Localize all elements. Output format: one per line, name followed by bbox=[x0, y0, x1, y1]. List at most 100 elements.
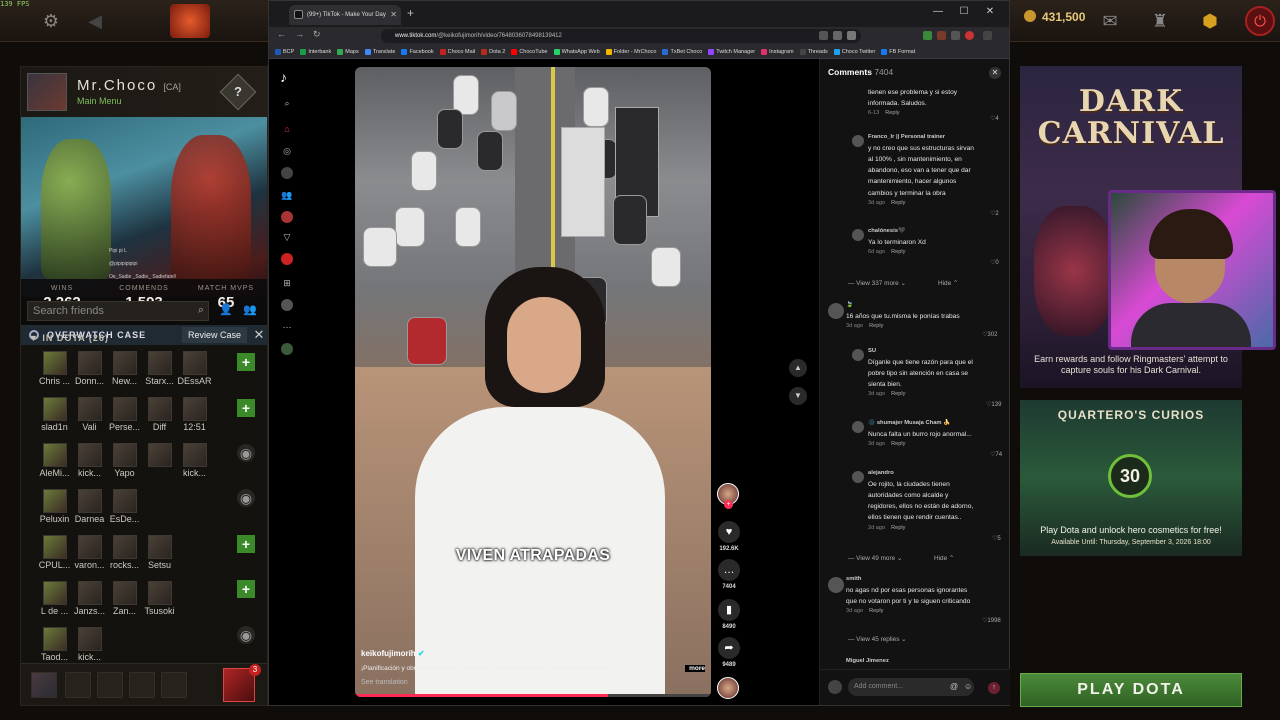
invite-plus-icon[interactable]: + bbox=[237, 353, 255, 371]
back-arrow-icon[interactable]: ◀ bbox=[82, 8, 108, 34]
friend-item[interactable]: Perse... bbox=[107, 395, 142, 441]
friend-item[interactable]: Darnea bbox=[72, 487, 107, 533]
profile-name[interactable]: Mr.Choco [CA] bbox=[77, 77, 181, 94]
url-bar[interactable]: www.tiktok.com/@keikofujimorih/video/764… bbox=[381, 29, 861, 43]
party-slot[interactable] bbox=[161, 672, 187, 698]
friend-item[interactable]: rocks... bbox=[107, 533, 142, 579]
reply-button[interactable]: Reply bbox=[869, 323, 883, 329]
mail-icon[interactable]: ✉ bbox=[1097, 8, 1123, 34]
search-icon[interactable]: ⌕ bbox=[198, 304, 204, 317]
friend-item[interactable]: CPUL... bbox=[37, 533, 72, 579]
bookmark[interactable]: FB Format bbox=[881, 48, 915, 55]
reply-button[interactable]: Reply bbox=[891, 441, 905, 447]
party-slot[interactable] bbox=[65, 672, 91, 698]
invite-plus-icon[interactable]: + bbox=[237, 399, 255, 417]
comment-user[interactable]: 🍃 bbox=[846, 301, 960, 311]
bookmark[interactable]: Folder - MrChoco bbox=[605, 48, 656, 55]
play-dota-button[interactable]: PLAY DOTA bbox=[1020, 673, 1242, 707]
account-avatar-icon[interactable] bbox=[281, 343, 293, 355]
next-video-button[interactable]: ▼ bbox=[789, 387, 807, 405]
friends-list-icon[interactable]: 👥 bbox=[241, 303, 259, 319]
heart-icon[interactable]: ♥ bbox=[718, 521, 740, 543]
inbox-icon[interactable] bbox=[281, 253, 293, 265]
comment-like[interactable]: ♡139 bbox=[986, 401, 1001, 408]
comment-like[interactable]: ♡2 bbox=[990, 210, 999, 217]
bookmark[interactable]: Maps bbox=[337, 48, 359, 55]
extensions-puzzle-icon[interactable] bbox=[951, 31, 960, 40]
maximize-icon[interactable]: ☐ bbox=[953, 6, 975, 17]
music-disc-icon[interactable] bbox=[717, 677, 739, 699]
home-icon[interactable]: ⌂ bbox=[281, 123, 293, 135]
reply-button[interactable]: Reply bbox=[891, 391, 905, 397]
close-tab-icon[interactable]: ✕ bbox=[390, 5, 397, 25]
in-dota-section[interactable]: ▼ IN DOTA (26) bbox=[29, 333, 109, 343]
friend-item[interactable]: Vali bbox=[72, 395, 107, 441]
menu-icon[interactable] bbox=[983, 31, 992, 40]
reload-icon[interactable]: ↻ bbox=[313, 29, 321, 40]
friend-item[interactable] bbox=[142, 441, 177, 487]
bookmark[interactable]: Dota 2 bbox=[481, 48, 505, 55]
follow-plus-icon[interactable]: + bbox=[724, 500, 733, 509]
more-icon[interactable]: ⋯ bbox=[281, 321, 293, 333]
avatar[interactable] bbox=[852, 229, 864, 241]
back-icon[interactable]: ← bbox=[277, 29, 286, 39]
profile-icon[interactable] bbox=[965, 31, 974, 40]
friend-item[interactable]: AleMi... bbox=[37, 441, 72, 487]
bookmark[interactable]: Instagram bbox=[761, 48, 794, 55]
see-translation-link[interactable]: See translation bbox=[361, 679, 408, 686]
avatar[interactable] bbox=[828, 303, 844, 319]
forward-icon[interactable]: → bbox=[295, 29, 304, 39]
review-case-button[interactable]: Review Case bbox=[181, 327, 247, 343]
video-author[interactable]: keikofujimorih ✔ bbox=[361, 649, 425, 658]
tab-tiktok[interactable]: (99+) TikTok - Make Your Day ✕ bbox=[289, 5, 401, 25]
help-badge[interactable]: ? bbox=[219, 73, 257, 111]
bookmark[interactable]: Choco Mail bbox=[439, 48, 475, 55]
friend-item[interactable]: kick... bbox=[177, 441, 212, 487]
settings-gear-icon[interactable]: ⚙ bbox=[38, 8, 64, 34]
plus-shop-icon[interactable]: ⬢ bbox=[1197, 8, 1223, 34]
explore-icon[interactable]: ◎ bbox=[281, 145, 293, 157]
comment-like[interactable]: ♡302 bbox=[982, 331, 997, 338]
comment-user[interactable]: Miguel Jimenez bbox=[846, 657, 889, 667]
friend-item[interactable]: Yapo bbox=[107, 441, 142, 487]
bookmark[interactable]: ChocoTube bbox=[511, 48, 548, 55]
like-action[interactable]: ♥ 192.6K bbox=[717, 521, 741, 552]
friend-item[interactable]: Zan... bbox=[107, 579, 142, 625]
reply-button[interactable]: Reply bbox=[869, 608, 883, 614]
send-icon[interactable]: ↑ bbox=[988, 682, 1000, 694]
avatar[interactable] bbox=[852, 421, 864, 433]
comment-user[interactable]: 🌑 shumajer Musaja Cham 🍌 bbox=[868, 419, 972, 429]
zoom-icon[interactable] bbox=[833, 31, 842, 40]
download-icon[interactable] bbox=[923, 31, 932, 40]
friend-item[interactable]: Tsusoki bbox=[142, 579, 177, 625]
comment-user[interactable]: SU bbox=[868, 347, 973, 357]
view-more-replies[interactable]: — View 45 replies ⌄ bbox=[848, 635, 907, 643]
comment-like[interactable]: ♡5 bbox=[992, 535, 1001, 542]
search-icon[interactable]: ⌕ bbox=[281, 97, 293, 109]
close-comments-icon[interactable]: ✕ bbox=[989, 67, 1001, 79]
friend-item[interactable]: New... bbox=[107, 349, 142, 395]
friend-item[interactable]: slad1n bbox=[37, 395, 72, 441]
minimize-icon[interactable]: — bbox=[927, 6, 949, 17]
invite-plus-icon[interactable]: + bbox=[237, 580, 255, 598]
comment-user[interactable]: smith bbox=[846, 575, 970, 585]
comment-like[interactable]: ♡74 bbox=[990, 451, 1002, 458]
spectate-eye-icon[interactable]: ◉ bbox=[237, 626, 255, 644]
armory-icon[interactable]: ♜ bbox=[1147, 8, 1173, 34]
bookmark-icon[interactable]: ▮ bbox=[718, 599, 740, 621]
comment-icon[interactable]: … bbox=[718, 559, 740, 581]
friend-item[interactable]: EsDe... bbox=[107, 487, 142, 533]
comment-action[interactable]: … 7404 bbox=[717, 559, 741, 590]
following-avatar-icon[interactable] bbox=[281, 167, 293, 179]
comment-user[interactable]: alejandro bbox=[868, 469, 973, 479]
avatar[interactable] bbox=[852, 135, 864, 147]
friend-item[interactable]: Chris ... bbox=[37, 349, 72, 395]
view-more-replies[interactable]: — View 49 more ⌄ bbox=[848, 554, 902, 562]
bookmark[interactable]: WhatsApp Web bbox=[553, 48, 600, 55]
hide-replies[interactable]: Hide ⌃ bbox=[934, 554, 954, 562]
bookmark[interactable]: Interbank bbox=[300, 48, 331, 55]
new-tab-button[interactable]: + bbox=[407, 6, 414, 20]
live-icon[interactable] bbox=[281, 211, 293, 223]
spectate-eye-icon[interactable]: ◉ bbox=[237, 444, 255, 462]
mention-icon[interactable]: @ bbox=[950, 682, 958, 691]
